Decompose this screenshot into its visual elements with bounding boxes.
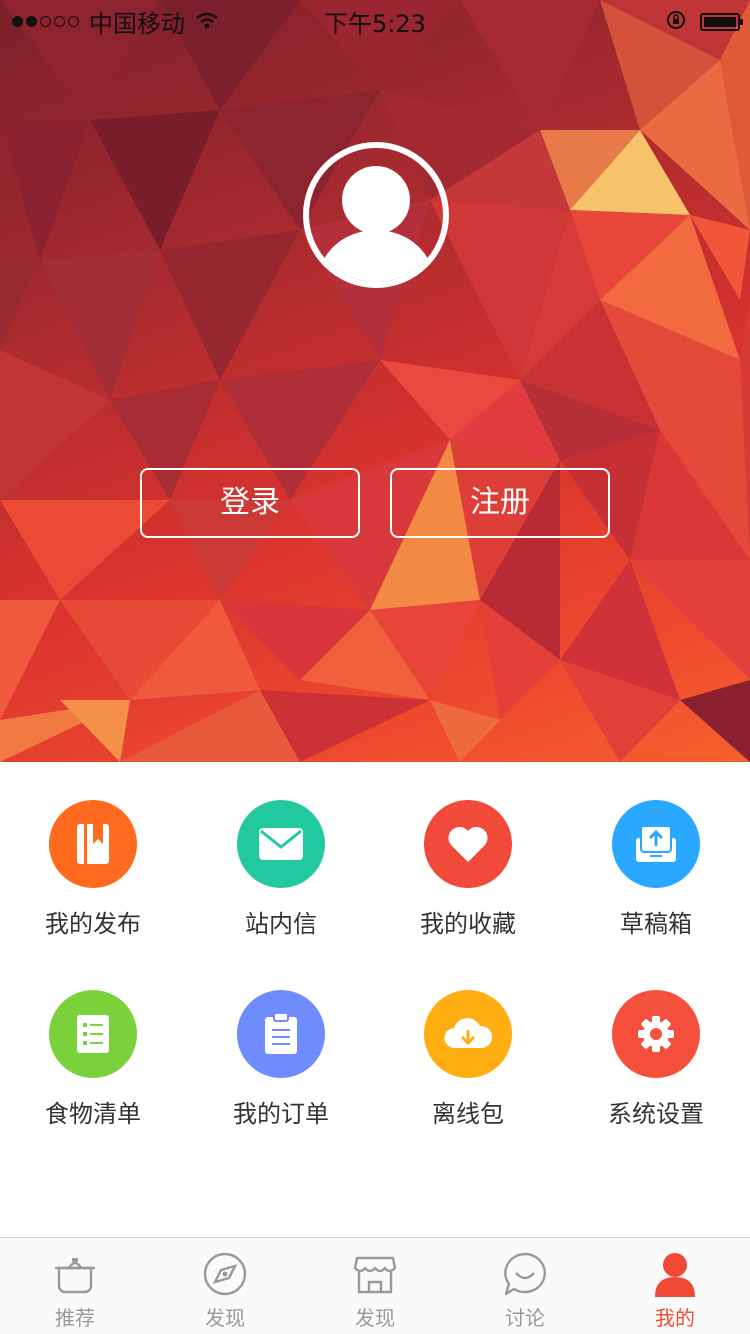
compass-icon: [203, 1252, 247, 1296]
pot-icon: [55, 1258, 95, 1294]
feature-menu: 我的发布 站内信 我的收藏 草稿箱 食物清单 我的订单 离线包 系统设置: [0, 762, 750, 1238]
envelope-icon: [259, 828, 303, 860]
status-time: 下午5:23: [324, 10, 426, 38]
clipboard-icon: [265, 1012, 297, 1054]
login-button[interactable]: 登录: [140, 468, 360, 538]
menu-item-my-posts[interactable]: 我的发布: [13, 800, 173, 939]
menu-item-offline-pack[interactable]: 离线包: [388, 990, 548, 1129]
store-icon: [353, 1256, 397, 1294]
heart-icon: [448, 826, 488, 862]
register-button[interactable]: 注册: [390, 468, 610, 538]
tab-mine[interactable]: 我的: [600, 1250, 750, 1331]
default-user-icon: [318, 166, 434, 282]
tab-label: 推荐: [55, 1306, 95, 1330]
menu-item-label: 系统设置: [608, 1100, 704, 1128]
bottom-tab-bar: 推荐 发现 发现 讨论 我的: [0, 1237, 750, 1334]
menu-item-label: 站内信: [245, 910, 317, 938]
upload-tray-icon: [636, 825, 676, 862]
chat-bubble-icon: [504, 1252, 546, 1296]
list-icon: [77, 1015, 109, 1053]
profile-header: 中国移动 下午5:23 登录 注册: [0, 0, 750, 762]
menu-item-food-list[interactable]: 食物清单: [13, 990, 173, 1129]
tab-label: 发现: [355, 1306, 395, 1330]
menu-item-settings[interactable]: 系统设置: [576, 990, 736, 1129]
rotation-lock-icon: [666, 8, 686, 36]
menu-item-label: 我的收藏: [420, 910, 516, 938]
tab-label: 发现: [205, 1306, 245, 1330]
menu-item-favorites[interactable]: 我的收藏: [388, 800, 548, 939]
menu-item-label: 我的订单: [233, 1100, 329, 1128]
status-bar: 中国移动 下午5:23: [0, 0, 750, 40]
tab-label: 我的: [655, 1306, 695, 1330]
menu-item-label: 草稿箱: [620, 910, 692, 938]
tab-discussion[interactable]: 讨论: [450, 1250, 600, 1331]
avatar[interactable]: [303, 142, 449, 288]
menu-item-label: 我的发布: [45, 910, 141, 938]
battery-icon: [700, 13, 743, 31]
menu-item-label: 离线包: [432, 1100, 504, 1128]
tab-recommend[interactable]: 推荐: [0, 1250, 150, 1331]
menu-item-messages[interactable]: 站内信: [201, 800, 361, 939]
tab-discover-store[interactable]: 发现: [300, 1250, 450, 1331]
menu-item-my-orders[interactable]: 我的订单: [201, 990, 361, 1129]
person-icon: [655, 1253, 695, 1297]
menu-item-drafts[interactable]: 草稿箱: [576, 800, 736, 939]
low-poly-background: [0, 0, 750, 762]
cloud-download-icon: [444, 1018, 493, 1049]
tab-discover[interactable]: 发现: [150, 1250, 300, 1331]
menu-item-label: 食物清单: [45, 1100, 141, 1128]
bookmark-book-icon: [77, 824, 109, 864]
tab-label: 讨论: [505, 1306, 545, 1330]
gear-icon: [638, 1016, 674, 1052]
